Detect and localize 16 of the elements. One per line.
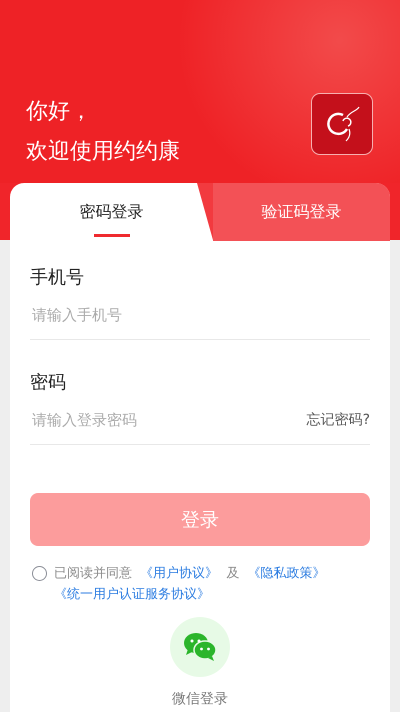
agreement-text: 已阅读并同意 《用户协议》 及 《隐私政策》 《统一用户认证服务协议》: [54, 565, 326, 604]
field-label: 密码: [30, 371, 67, 395]
chat-bubbles-icon: [183, 632, 217, 662]
login-tab[interactable]: 密码登录: [10, 183, 214, 241]
field-label: 手机号: [30, 266, 85, 290]
agreement-link[interactable]: 《用户协议》: [140, 566, 218, 581]
greeting-text: 欢迎使用约约康: [26, 138, 180, 166]
agreement-link[interactable]: 《隐私政策》: [247, 566, 326, 581]
input-field[interactable]: 请输入手机号: [30, 300, 370, 330]
agree-radio[interactable]: [32, 566, 47, 581]
wechat-login-label: 微信登录: [172, 691, 228, 708]
forgot-password-link[interactable]: 忘记密码?: [306, 411, 370, 429]
greeting-text: 你好，: [26, 98, 93, 126]
login-tab[interactable]: 验证码登录: [213, 183, 390, 241]
agreement-link[interactable]: 《统一用户认证服务协议》: [54, 587, 210, 602]
input-field[interactable]: 请输入登录密码: [30, 405, 307, 435]
